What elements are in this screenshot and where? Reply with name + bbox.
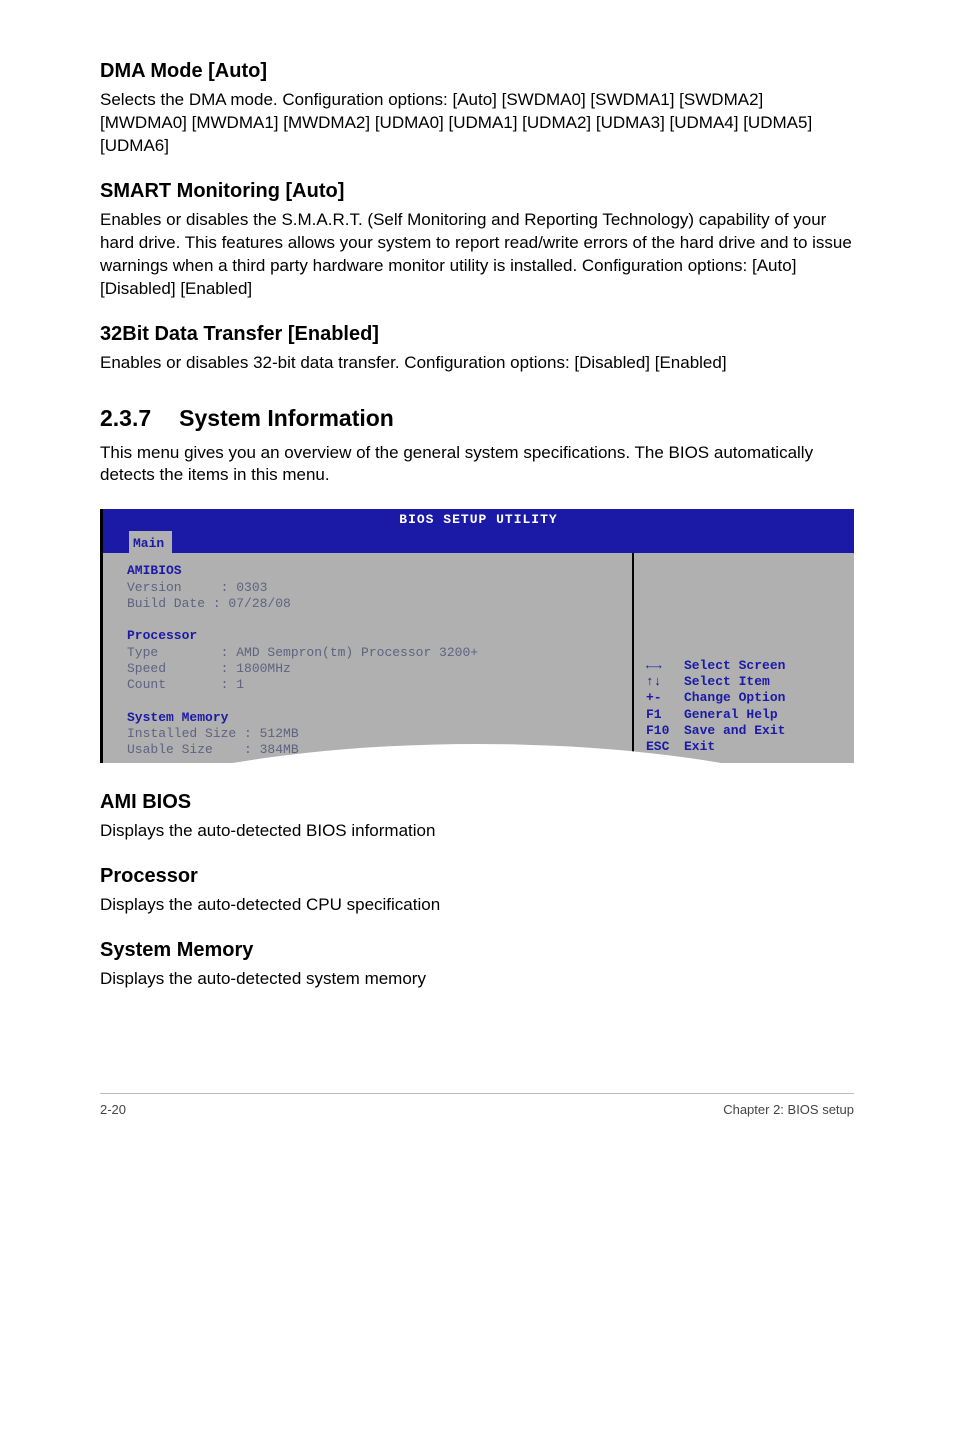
- system-memory-heading: System Memory: [100, 939, 854, 962]
- section-number: 2.3.7: [100, 405, 151, 432]
- help-label-select-screen: Select Screen: [684, 658, 785, 673]
- help-key-save-exit: F10: [646, 723, 684, 739]
- footer-page-number: 2-20: [100, 1102, 126, 1117]
- processor-label: Processor: [127, 628, 622, 644]
- bios-titlebar: BIOS SETUP UTILITY: [103, 509, 854, 531]
- help-key-select-screen: ←→: [646, 658, 684, 674]
- dma-mode-body: Selects the DMA mode. Configuration opti…: [100, 89, 854, 158]
- bios-screenshot: BIOS SETUP UTILITY Main AMIBIOS Version …: [100, 509, 854, 763]
- help-key-change-option: +-: [646, 690, 684, 706]
- system-information-heading: 2.3.7 System Information: [100, 405, 854, 432]
- amibios-label: AMIBIOS: [127, 563, 622, 579]
- help-label-save-exit: Save and Exit: [684, 723, 785, 738]
- processor-count-row: Count : 1: [127, 677, 622, 693]
- 32bit-transfer-heading: 32Bit Data Transfer [Enabled]: [100, 323, 854, 346]
- help-key-select-item: ↑↓: [646, 674, 684, 690]
- footer-chapter-label: Chapter 2: BIOS setup: [723, 1102, 854, 1117]
- bios-tabbar: Main: [103, 531, 854, 553]
- processor-body: Displays the auto-detected CPU specifica…: [100, 894, 854, 917]
- bios-right-panel: ←→Select Screen ↑↓Select Item +-Change O…: [632, 553, 854, 763]
- system-information-body: This menu gives you an overview of the g…: [100, 442, 854, 488]
- system-memory-label: System Memory: [127, 710, 622, 726]
- bios-version-row: Version : 0303: [127, 580, 622, 596]
- help-label-change-option: Change Option: [684, 690, 785, 705]
- system-memory-body: Displays the auto-detected system memory: [100, 968, 854, 991]
- help-label-general-help: General Help: [684, 707, 778, 722]
- processor-speed-row: Speed : 1800MHz: [127, 661, 622, 677]
- processor-heading: Processor: [100, 865, 854, 888]
- installed-size-row: Installed Size : 512MB: [127, 726, 622, 742]
- processor-type-row: Type : AMD Sempron(tm) Processor 3200+: [127, 645, 622, 661]
- dma-mode-heading: DMA Mode [Auto]: [100, 60, 854, 83]
- help-label-exit: Exit: [684, 739, 715, 754]
- page-footer: 2-20 Chapter 2: BIOS setup: [100, 1093, 854, 1117]
- bios-left-panel: AMIBIOS Version : 0303 Build Date : 07/2…: [103, 553, 632, 763]
- ami-bios-heading: AMI BIOS: [100, 791, 854, 814]
- smart-monitoring-heading: SMART Monitoring [Auto]: [100, 180, 854, 203]
- usable-size-row: Usable Size : 384MB: [127, 742, 622, 758]
- section-title-text: System Information: [179, 405, 394, 431]
- smart-monitoring-body: Enables or disables the S.M.A.R.T. (Self…: [100, 209, 854, 301]
- help-key-exit: ESC: [646, 739, 684, 755]
- help-key-general-help: F1: [646, 707, 684, 723]
- bios-builddate-row: Build Date : 07/28/08: [127, 596, 622, 612]
- 32bit-transfer-body: Enables or disables 32-bit data transfer…: [100, 352, 854, 375]
- help-label-select-item: Select Item: [684, 674, 770, 689]
- ami-bios-body: Displays the auto-detected BIOS informat…: [100, 820, 854, 843]
